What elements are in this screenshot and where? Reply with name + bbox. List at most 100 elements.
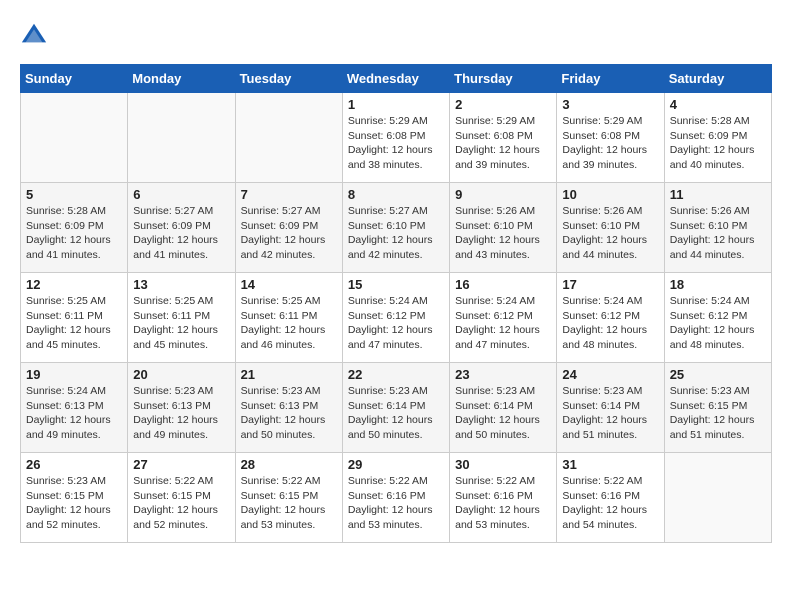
day-number: 28 xyxy=(241,457,337,472)
calendar-cell: 9Sunrise: 5:26 AMSunset: 6:10 PMDaylight… xyxy=(450,183,557,273)
sunset-text: Sunset: 6:16 PM xyxy=(455,489,551,504)
sunrise-text: Sunrise: 5:22 AM xyxy=(455,474,551,489)
calendar-cell: 29 Sunrise: 5:22 AMSunset: 6:16 PMDayligh… xyxy=(342,453,449,543)
calendar-cell: 4Sunrise: 5:28 AMSunset: 6:09 PMDaylight… xyxy=(664,93,771,183)
sunset-text: Sunset: 6:15 PM xyxy=(133,489,229,504)
calendar-cell: 11Sunrise: 5:26 AMSunset: 6:10 PMDayligh… xyxy=(664,183,771,273)
sunrise-text: Sunrise: 5:24 AM xyxy=(562,294,658,309)
calendar-cell: 14 Sunrise: 5:25 AMSunset: 6:11 PMDayligh… xyxy=(235,273,342,363)
sunset-text: Sunset: 6:11 PM xyxy=(133,309,229,324)
day-number: 10 xyxy=(562,187,658,202)
calendar-cell: 12Sunrise: 5:25 AMSunset: 6:11 PMDayligh… xyxy=(21,273,128,363)
daylight-text: Daylight: 12 hours and 39 minutes. xyxy=(455,143,551,172)
sunset-text: Sunset: 6:14 PM xyxy=(348,399,444,414)
sunset-text: Sunset: 6:12 PM xyxy=(348,309,444,324)
sunset-text: Sunset: 6:08 PM xyxy=(562,129,658,144)
day-detail: Sunrise: 5:22 AMSunset: 6:16 PMDaylight:… xyxy=(562,474,658,533)
daylight-text: Daylight: 12 hours and 39 minutes. xyxy=(562,143,658,172)
calendar-cell: 22Sunrise: 5:23 AMSunset: 6:14 PMDayligh… xyxy=(342,363,449,453)
calendar-body: 1Sunrise: 5:29 AMSunset: 6:08 PMDaylight… xyxy=(21,93,772,543)
day-number: 13 xyxy=(133,277,229,292)
calendar-table: SundayMondayTuesdayWednesdayThursdayFrid… xyxy=(20,64,772,543)
day-number: 14 xyxy=(241,277,337,292)
day-number: 22 xyxy=(348,367,444,382)
sunset-text: Sunset: 6:11 PM xyxy=(26,309,122,324)
sunrise-text: Sunrise: 5:25 AM xyxy=(241,294,337,309)
daylight-text: Daylight: 12 hours and 41 minutes. xyxy=(133,233,229,262)
daylight-text: Daylight: 12 hours and 43 minutes. xyxy=(455,233,551,262)
calendar-week-5: 26Sunrise: 5:23 AMSunset: 6:15 PMDayligh… xyxy=(21,453,772,543)
daylight-text: Daylight: 12 hours and 51 minutes. xyxy=(562,413,658,442)
sunset-text: Sunset: 6:08 PM xyxy=(348,129,444,144)
weekday-header-thursday: Thursday xyxy=(450,65,557,93)
day-detail: Sunrise: 5:23 AMSunset: 6:13 PMDaylight:… xyxy=(241,384,337,443)
day-number: 18 xyxy=(670,277,766,292)
sunrise-text: Sunrise: 5:23 AM xyxy=(348,384,444,399)
day-detail: Sunrise: 5:22 AMSunset: 6:16 PMDaylight:… xyxy=(348,474,444,533)
day-number: 30 xyxy=(455,457,551,472)
calendar-cell: 15Sunrise: 5:24 AMSunset: 6:12 PMDayligh… xyxy=(342,273,449,363)
sunset-text: Sunset: 6:12 PM xyxy=(670,309,766,324)
day-detail: Sunrise: 5:23 AMSunset: 6:15 PMDaylight:… xyxy=(670,384,766,443)
daylight-text: Daylight: 12 hours and 51 minutes. xyxy=(670,413,766,442)
sunset-text: Sunset: 6:16 PM xyxy=(562,489,658,504)
daylight-text: Daylight: 12 hours and 44 minutes. xyxy=(562,233,658,262)
sunset-text: Sunset: 6:12 PM xyxy=(455,309,551,324)
sunset-text: Sunset: 6:09 PM xyxy=(670,129,766,144)
sunrise-text: Sunrise: 5:26 AM xyxy=(455,204,551,219)
sunrise-text: Sunrise: 5:24 AM xyxy=(455,294,551,309)
sunset-text: Sunset: 6:12 PM xyxy=(562,309,658,324)
calendar-week-3: 12Sunrise: 5:25 AMSunset: 6:11 PMDayligh… xyxy=(21,273,772,363)
calendar-cell xyxy=(128,93,235,183)
day-number: 2 xyxy=(455,97,551,112)
sunset-text: Sunset: 6:15 PM xyxy=(26,489,122,504)
calendar-cell: 21Sunrise: 5:23 AMSunset: 6:13 PMDayligh… xyxy=(235,363,342,453)
daylight-text: Daylight: 12 hours and 48 minutes. xyxy=(562,323,658,352)
daylight-text: Daylight: 12 hours and 48 minutes. xyxy=(670,323,766,352)
day-detail: Sunrise: 5:24 AMSunset: 6:12 PMDaylight:… xyxy=(455,294,551,353)
sunrise-text: Sunrise: 5:27 AM xyxy=(241,204,337,219)
sunset-text: Sunset: 6:09 PM xyxy=(26,219,122,234)
calendar-cell: 30Sunrise: 5:22 AMSunset: 6:16 PMDayligh… xyxy=(450,453,557,543)
calendar-cell: 6Sunrise: 5:27 AMSunset: 6:09 PMDaylight… xyxy=(128,183,235,273)
day-detail: Sunrise: 5:22 AMSunset: 6:15 PMDaylight:… xyxy=(241,474,337,533)
sunrise-text: Sunrise: 5:24 AM xyxy=(670,294,766,309)
calendar-cell: 19Sunrise: 5:24 AMSunset: 6:13 PMDayligh… xyxy=(21,363,128,453)
calendar-cell: 10 Sunrise: 5:26 AMSunset: 6:10 PMDayligh… xyxy=(557,183,664,273)
day-number: 15 xyxy=(348,277,444,292)
daylight-text: Daylight: 12 hours and 53 minutes. xyxy=(348,503,444,532)
calendar-cell xyxy=(664,453,771,543)
day-number: 9 xyxy=(455,187,551,202)
day-number: 7 xyxy=(241,187,337,202)
sunset-text: Sunset: 6:09 PM xyxy=(241,219,337,234)
day-number: 24 xyxy=(562,367,658,382)
sunset-text: Sunset: 6:15 PM xyxy=(241,489,337,504)
daylight-text: Daylight: 12 hours and 42 minutes. xyxy=(241,233,337,262)
day-detail: Sunrise: 5:22 AMSunset: 6:15 PMDaylight:… xyxy=(133,474,229,533)
sunset-text: Sunset: 6:14 PM xyxy=(455,399,551,414)
day-detail: Sunrise: 5:25 AMSunset: 6:11 PMDaylight:… xyxy=(241,294,337,353)
logo-icon xyxy=(20,20,48,48)
calendar-cell: 31Sunrise: 5:22 AMSunset: 6:16 PMDayligh… xyxy=(557,453,664,543)
calendar-cell: 5Sunrise: 5:28 AMSunset: 6:09 PMDaylight… xyxy=(21,183,128,273)
sunrise-text: Sunrise: 5:27 AM xyxy=(348,204,444,219)
calendar-cell: 16Sunrise: 5:24 AMSunset: 6:12 PMDayligh… xyxy=(450,273,557,363)
calendar-week-4: 19Sunrise: 5:24 AMSunset: 6:13 PMDayligh… xyxy=(21,363,772,453)
day-number: 1 xyxy=(348,97,444,112)
weekday-header-sunday: Sunday xyxy=(21,65,128,93)
day-detail: Sunrise: 5:27 AMSunset: 6:09 PMDaylight:… xyxy=(241,204,337,263)
day-number: 29 xyxy=(348,457,444,472)
daylight-text: Daylight: 12 hours and 40 minutes. xyxy=(670,143,766,172)
day-detail: Sunrise: 5:24 AMSunset: 6:12 PMDaylight:… xyxy=(562,294,658,353)
day-number: 20 xyxy=(133,367,229,382)
weekday-header-wednesday: Wednesday xyxy=(342,65,449,93)
daylight-text: Daylight: 12 hours and 47 minutes. xyxy=(455,323,551,352)
logo xyxy=(20,20,52,48)
daylight-text: Daylight: 12 hours and 50 minutes. xyxy=(241,413,337,442)
page-header xyxy=(20,20,772,48)
sunrise-text: Sunrise: 5:22 AM xyxy=(562,474,658,489)
sunrise-text: Sunrise: 5:23 AM xyxy=(670,384,766,399)
day-detail: Sunrise: 5:26 AMSunset: 6:10 PMDaylight:… xyxy=(562,204,658,263)
daylight-text: Daylight: 12 hours and 52 minutes. xyxy=(26,503,122,532)
calendar-week-2: 5Sunrise: 5:28 AMSunset: 6:09 PMDaylight… xyxy=(21,183,772,273)
